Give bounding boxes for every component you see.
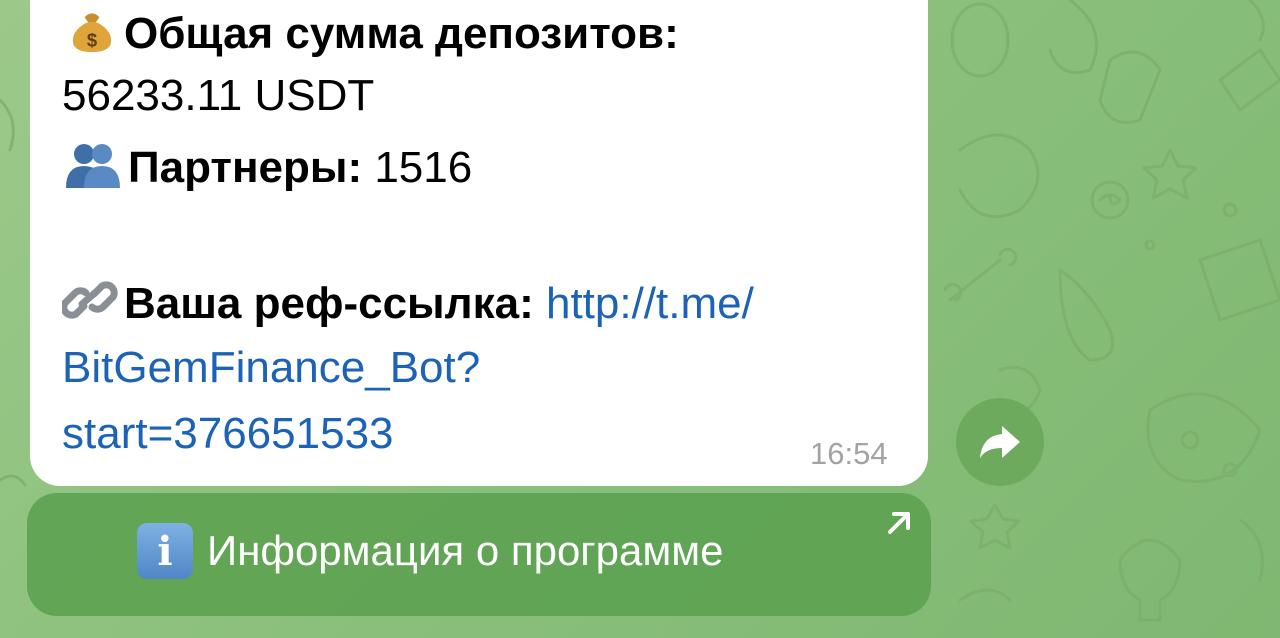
partners-label: Партнеры: [128, 143, 363, 192]
program-info-button-content: i Информация о программе [137, 523, 723, 579]
busts-icon [66, 144, 120, 188]
partners-line: Партнеры: 1516 [62, 140, 472, 190]
deposits-label: Общая сумма депозитов: [124, 9, 679, 58]
share-button[interactable] [956, 398, 1044, 486]
ref-link-line: Ваша реф-ссылка: http://t.me/ [62, 276, 754, 326]
program-info-button[interactable]: i Информация о программе [27, 493, 931, 616]
info-icon: i [137, 523, 193, 579]
ref-link-label: Ваша реф-ссылка: [124, 279, 534, 328]
svg-text:$: $ [87, 30, 97, 51]
partners-value: 1516 [374, 143, 473, 192]
deposits-line: $ Общая сумма депозитов: [62, 6, 679, 56]
ref-link-part2[interactable]: BitGemFinance_Bot? [62, 346, 480, 390]
program-info-button-label: Информация о программе [207, 527, 724, 574]
share-arrow-icon [980, 426, 1020, 458]
ref-link-part1[interactable]: http://t.me/ [546, 279, 754, 328]
external-arrow-icon [888, 512, 910, 534]
money-bag-icon: $ [72, 13, 112, 53]
deposits-value: 56233.11 USDT [62, 71, 375, 120]
link-icon [62, 281, 118, 319]
message-time: 16:54 [810, 436, 888, 471]
ref-link-part3[interactable]: start=376651533 [62, 412, 394, 456]
